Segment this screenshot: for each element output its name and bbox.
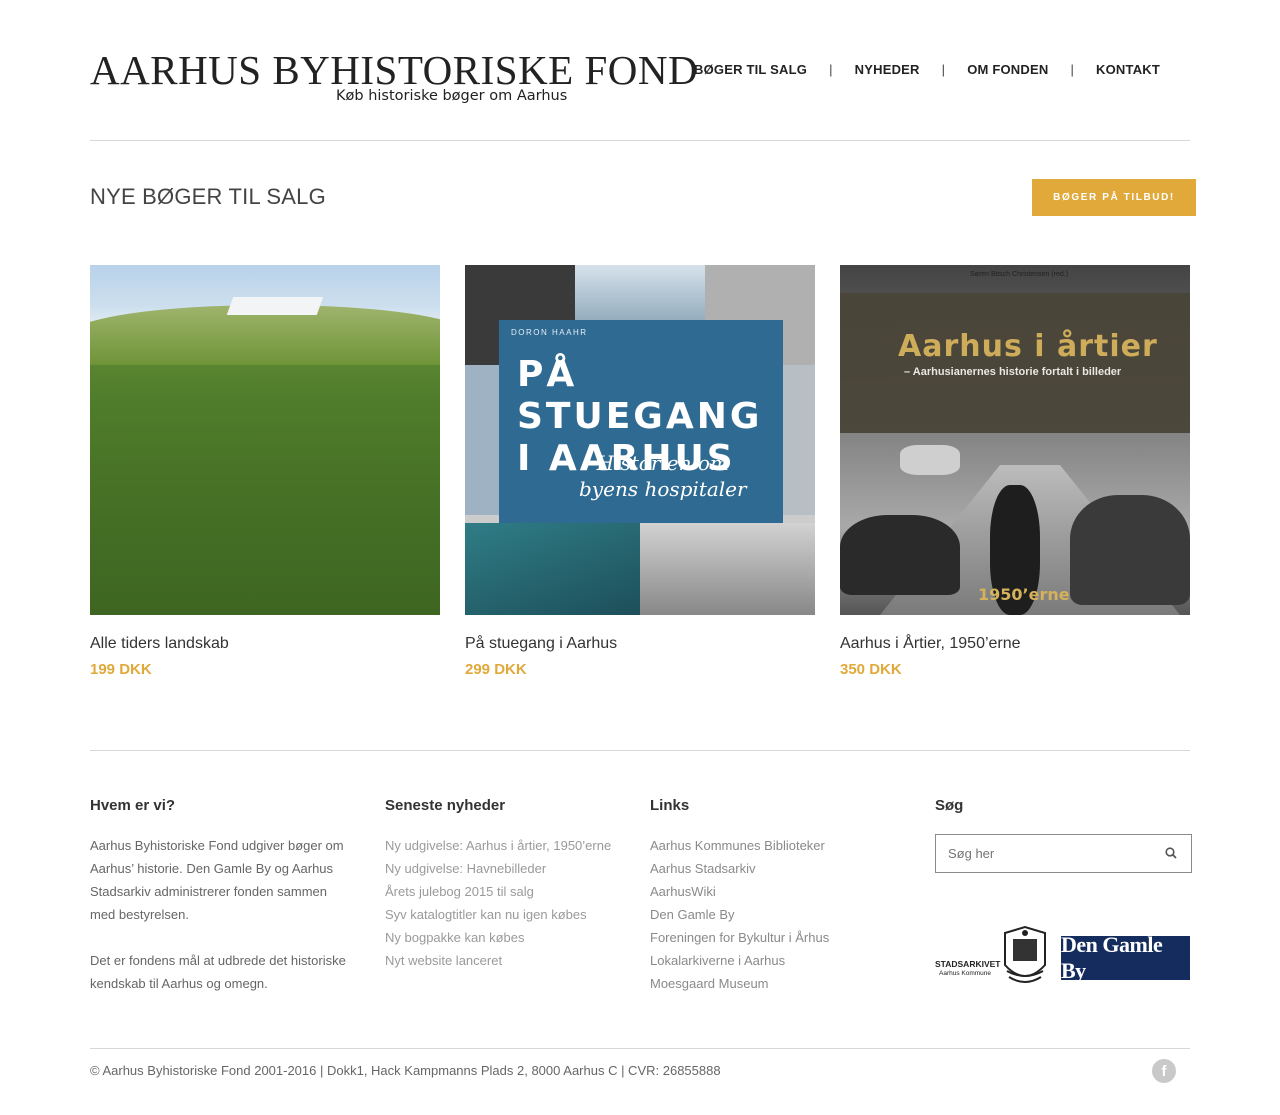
footer-search: Søg [935, 797, 1192, 834]
external-link[interactable]: Aarhus Stadsarkiv [650, 857, 900, 880]
nav-separator: | [941, 62, 946, 77]
footer-about-heading: Hvem er vi? [90, 797, 176, 814]
main-nav: BØGER TIL SALG | NYHEDER | OM FONDEN | K… [694, 62, 1160, 77]
product-price: 299 DKK [465, 661, 527, 678]
nav-separator: | [1070, 62, 1075, 77]
news-link[interactable]: Ny udgivelse: Aarhus i årtier, 1950’erne [385, 834, 635, 857]
news-link[interactable]: Ny udgivelse: Havnebilleder [385, 857, 635, 880]
footer-news-heading: Seneste nyheder [385, 797, 506, 814]
footer-about-text: Det er fondens mål at udbrede det histor… [90, 953, 346, 991]
facebook-icon[interactable]: f [1152, 1059, 1176, 1083]
footer-search-heading: Søg [935, 797, 964, 814]
site-header: AARHUS BYHISTORISKE FOND Køb historiske … [90, 40, 1190, 140]
footer-about: Hvem er vi? Aarhus Byhistoriske Fond udg… [90, 797, 355, 995]
product-title[interactable]: På stuegang i Aarhus [465, 635, 815, 653]
product-cover-image[interactable]: DORON HAAHR PÅ STUEGANG I AARHUS Histori… [465, 265, 815, 615]
logo-subtitle: Køb historiske bøger om Aarhus [336, 88, 568, 104]
external-link[interactable]: Lokalarkiverne i Aarhus [650, 949, 900, 972]
stadsarkivet-logo[interactable]: STADSARKIVET Aarhus Kommune [935, 925, 1050, 989]
external-link[interactable]: AarhusWiki [650, 880, 900, 903]
cover-car [900, 445, 960, 475]
product-card: Aarhus i årtier – Aarhusianernes histori… [840, 265, 1190, 678]
search-icon[interactable] [1165, 847, 1177, 859]
external-link[interactable]: Den Gamle By [650, 903, 900, 926]
cover-subtitle: – Aarhusianernes historie fortalt i bill… [904, 366, 1122, 378]
cover-photo [640, 523, 815, 615]
product-cover-image[interactable]: Aarhus i årtier – Aarhusianernes histori… [840, 265, 1190, 615]
footer-about-text: Aarhus Byhistoriske Fond udgiver bøger o… [90, 838, 344, 922]
product-title[interactable]: Aarhus i Årtier, 1950’erne [840, 635, 1190, 653]
news-list: Ny udgivelse: Aarhus i årtier, 1950’erne… [385, 834, 635, 972]
nav-item-boger-til-salg[interactable]: BØGER TIL SALG [694, 62, 807, 77]
header-divider [90, 140, 1190, 141]
nav-item-kontakt[interactable]: KONTAKT [1096, 62, 1160, 77]
cover-title-line: PÅ STUEGANG [517, 354, 763, 437]
footer-links: Links Aarhus Kommunes Biblioteker Aarhus… [650, 797, 900, 995]
offers-button[interactable]: BØGER PÅ TILBUD! [1032, 179, 1196, 216]
logo-title: AARHUS BYHISTORISKE FOND [90, 47, 699, 93]
footer-divider [90, 750, 1190, 751]
product-card: DORON HAAHR PÅ STUEGANG I AARHUS Histori… [465, 265, 815, 678]
footer-news: Seneste nyheder Ny udgivelse: Aarhus i å… [385, 797, 635, 972]
footer-links-heading: Links [650, 797, 690, 814]
cover-spine [98, 285, 112, 605]
site-logo[interactable]: AARHUS BYHISTORISKE FOND Køb historiske … [90, 47, 699, 104]
cover-subtitle-line: Historien om [596, 451, 729, 475]
cover-title: Aarhus i årtier [898, 329, 1158, 364]
external-link[interactable]: Moesgaard Museum [650, 972, 900, 995]
nav-item-om-fonden[interactable]: OM FONDEN [967, 62, 1048, 77]
product-cover-image[interactable] [90, 265, 440, 615]
product-title[interactable]: Alle tiders landskab [90, 635, 440, 653]
news-link[interactable]: Syv katalogtitler kan nu igen købes [385, 903, 635, 926]
external-link[interactable]: Foreningen for Bykultur i Århus [650, 926, 900, 949]
news-link[interactable]: Årets julebog 2015 til salg [385, 880, 635, 903]
copyright-text: © Aarhus Byhistoriske Fond 2001-2016 | D… [90, 1063, 721, 1078]
cover-title-panel: DORON HAAHR PÅ STUEGANG I AARHUS Histori… [499, 320, 783, 523]
news-link[interactable]: Ny bogpakke kan købes [385, 926, 635, 949]
external-link[interactable]: Aarhus Kommunes Biblioteker [650, 834, 900, 857]
bottom-divider [90, 1048, 1190, 1049]
den-gamle-by-logo[interactable]: Den Gamle By [1061, 932, 1190, 983]
cover-author: DORON HAAHR [511, 328, 588, 337]
cover-photo [465, 523, 640, 615]
news-link[interactable]: Nyt website lanceret [385, 949, 635, 972]
nav-separator: | [829, 62, 833, 77]
links-list: Aarhus Kommunes Biblioteker Aarhus Stads… [650, 834, 900, 995]
cover-title-band: Aarhus i årtier – Aarhusianernes histori… [840, 293, 1190, 433]
cover-building [226, 297, 324, 315]
stadsarkivet-logo-text: STADSARKIVET [935, 959, 1001, 969]
nav-item-nyheder[interactable]: NYHEDER [855, 62, 920, 77]
search-form [935, 834, 1192, 873]
product-price: 199 DKK [90, 661, 152, 678]
product-card: Alle tiders landskab 199 DKK [90, 265, 440, 678]
section-title: NYE BØGER TIL SALG [90, 184, 326, 209]
cover-subtitle: Historien om byens hospitaler [579, 450, 747, 502]
cover-editor: Søren Bitsch Christensen (red.) [970, 271, 1069, 278]
cover-car [840, 515, 960, 595]
cover-car [1070, 495, 1190, 605]
cover-subtitle-line: byens hospitaler [579, 477, 747, 501]
stadsarkivet-logo-sub: Aarhus Kommune [939, 970, 991, 977]
cover-decade: 1950’erne [978, 585, 1070, 604]
search-input[interactable] [936, 835, 1156, 872]
cover-photo [575, 265, 705, 325]
product-price: 350 DKK [840, 661, 902, 678]
